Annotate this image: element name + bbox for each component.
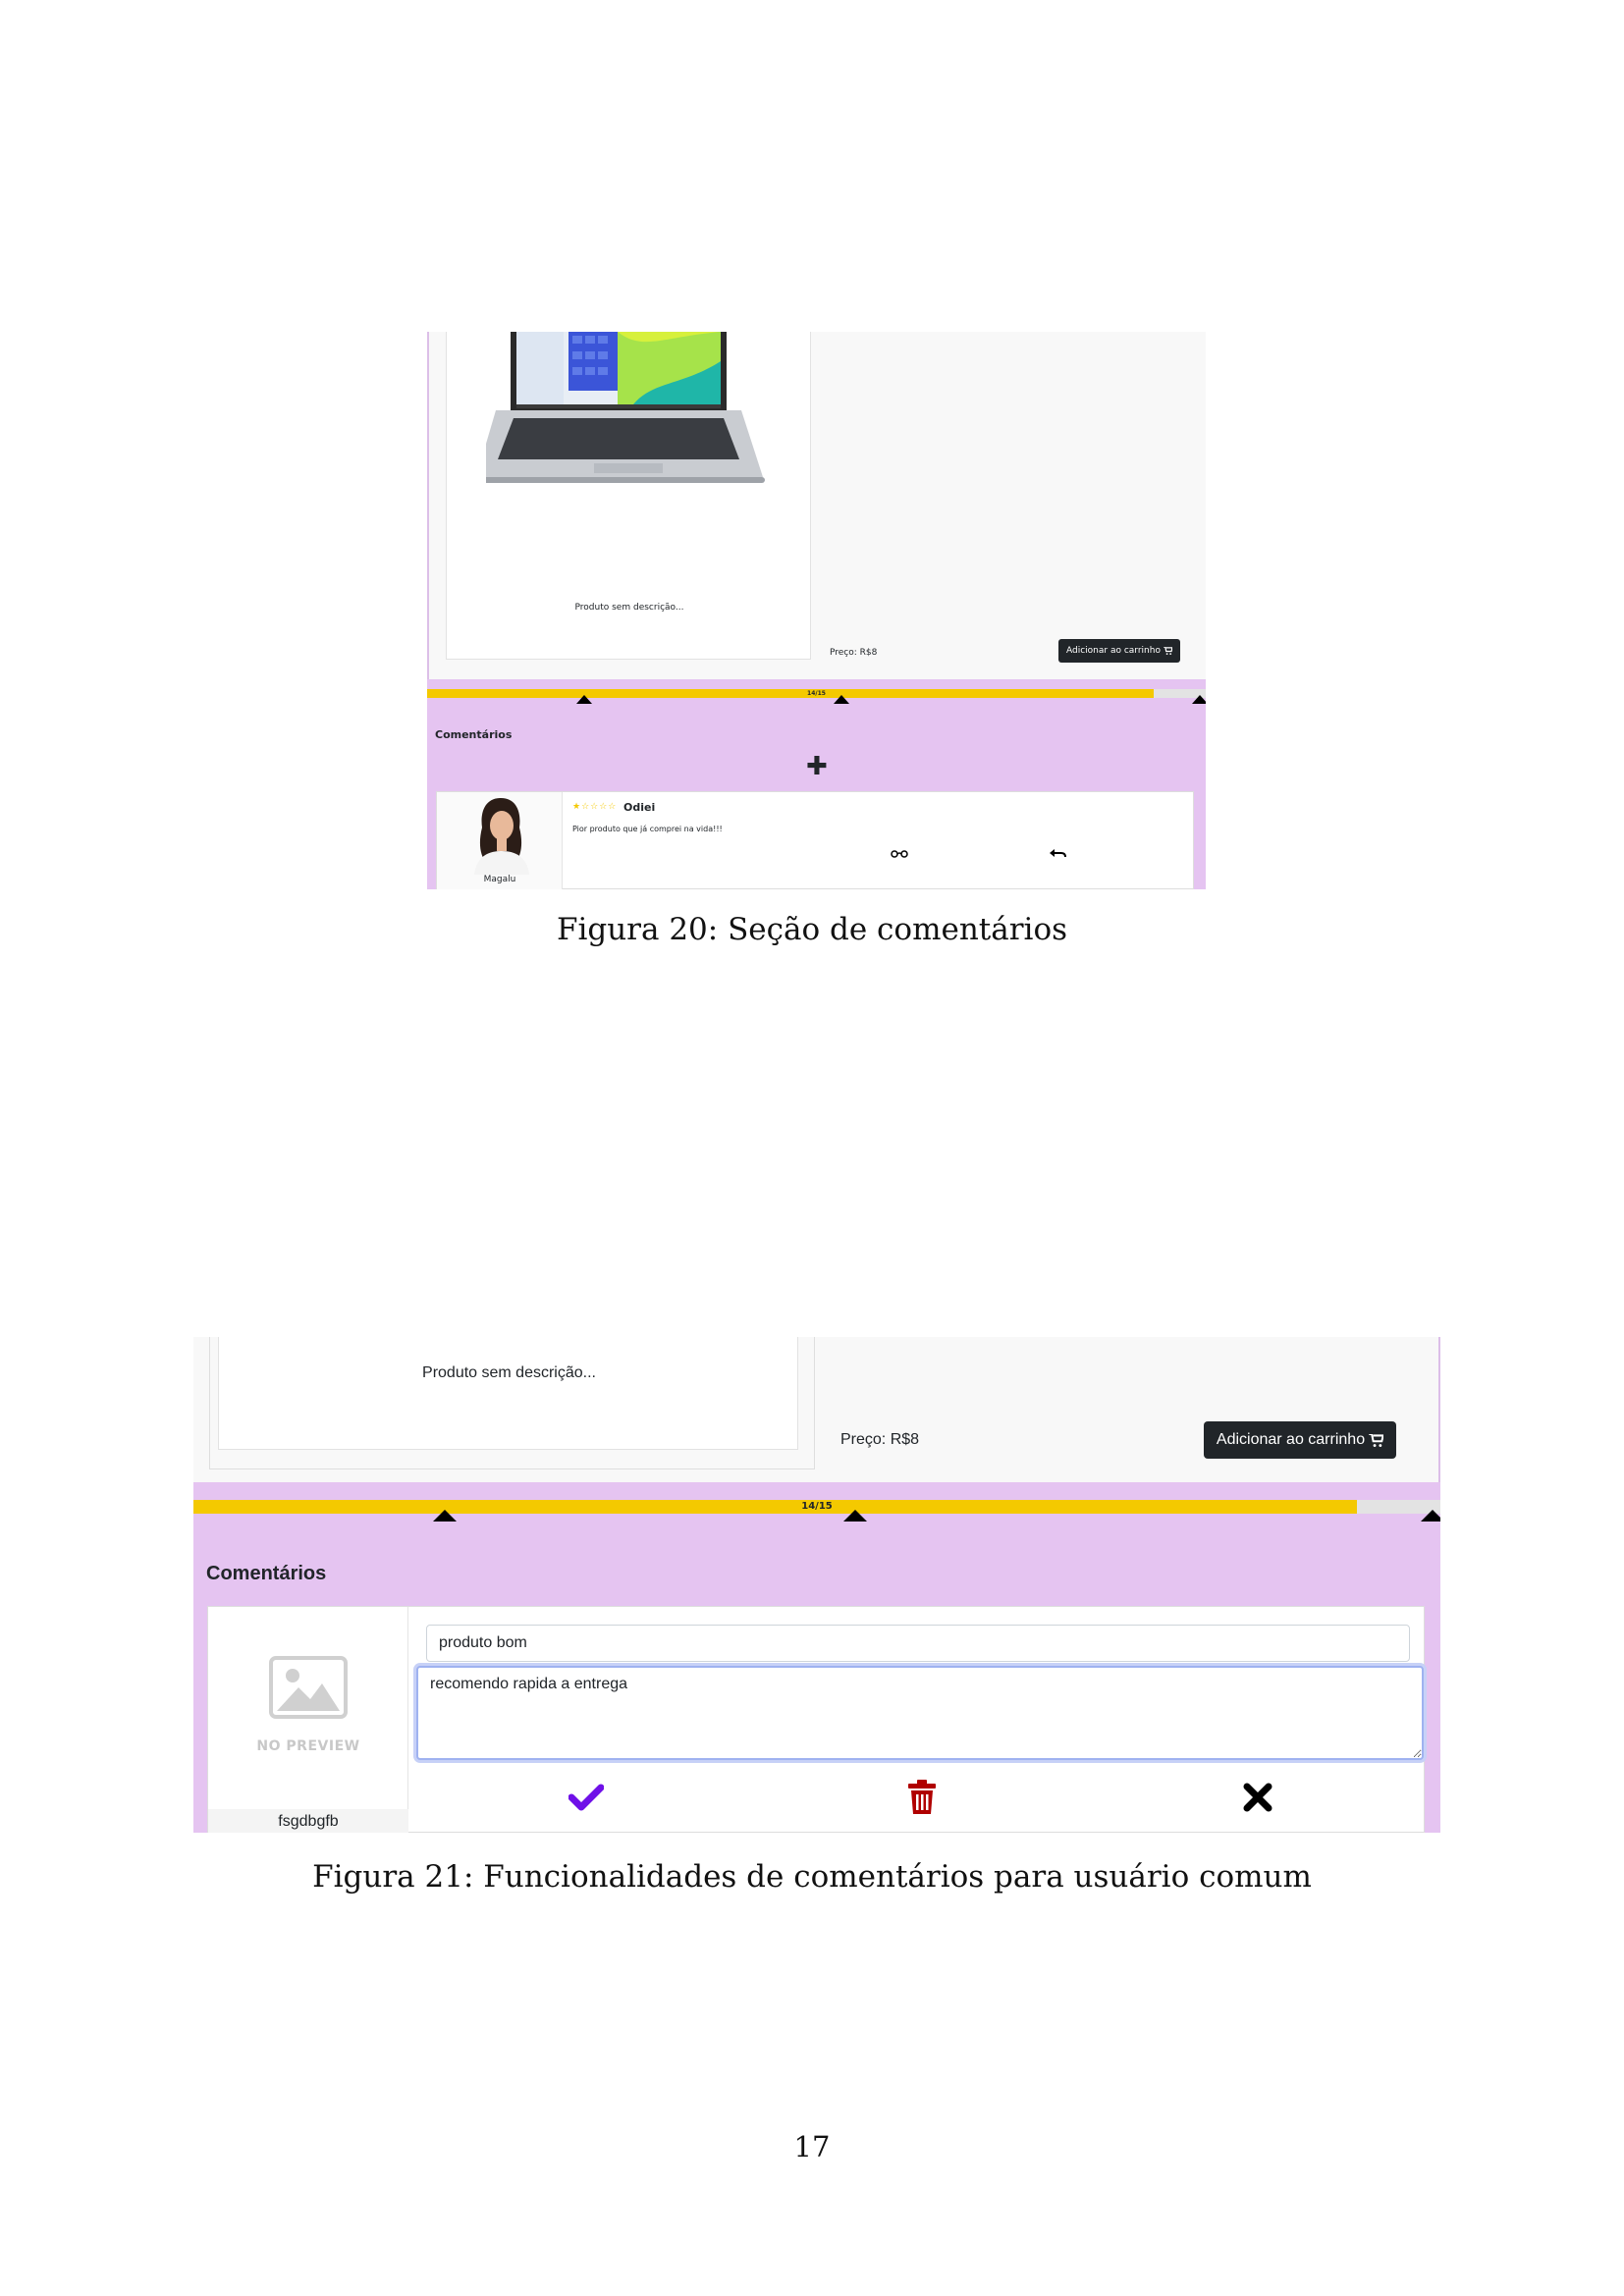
progress-label: 14/15 [807,690,826,697]
slider-handle-right[interactable] [1192,695,1206,704]
laptop-image [486,332,765,483]
add-to-cart-button[interactable]: Adicionar ao carrinho [1058,639,1180,663]
slider-handle-mid[interactable] [834,695,849,704]
avatar-name: Magalu [483,875,516,884]
slider-handle-left[interactable] [576,695,592,704]
figure-20-screenshot: Produto sem descrição... Preço: R$8 Adic… [427,332,1206,889]
progress-bar: 14/15 [427,689,1206,698]
glasses-icon[interactable] [891,847,908,861]
close-icon [1243,1783,1272,1812]
no-preview-label: NO PREVIEW [256,1738,360,1754]
comment-text: Pior produto que já comprei na vida!!! [572,825,723,833]
slider-handle-left[interactable] [433,1510,457,1522]
progress-bar: 14/15 [193,1500,1440,1514]
comments-title: Comentários [206,1563,327,1584]
avatar: Magalu [437,792,563,889]
product-image-box: Produto sem descrição... [446,332,811,660]
product-info: Preço: R$8 Adicionar ao carrinho [818,1337,1440,1482]
cart-icon [1164,647,1172,655]
add-to-cart-label: Adicionar ao carrinho [1216,1431,1366,1448]
avatar-name: fsgdbgfb [208,1809,408,1833]
product-card: Produto sem descrição... [193,1337,818,1482]
product-description: Produto sem descrição... [574,603,684,613]
trash-icon [908,1780,936,1814]
reply-icon[interactable] [1049,847,1066,861]
page-number: 17 [793,2130,831,2163]
progress-label: 14/15 [801,1501,833,1512]
delete-button[interactable] [897,1776,947,1819]
plus-icon[interactable]: ✚ [806,754,828,779]
product-description: Produto sem descrição... [422,1364,596,1381]
avatar: NO PREVIEW fsgdbgfb [208,1607,408,1833]
price-label: Preço: R$8 [830,648,878,658]
slider-handle-right[interactable] [1421,1510,1440,1522]
figure-20-caption: Figura 20: Seção de comentários [556,912,1068,947]
slider-handle-mid[interactable] [843,1510,867,1522]
confirm-button[interactable] [562,1776,611,1819]
comment-text-input[interactable] [416,1666,1424,1760]
cancel-button[interactable] [1233,1776,1282,1819]
avatar-photo [474,798,529,875]
comment-title-input[interactable] [426,1625,1410,1662]
add-to-cart-label: Adicionar ao carrinho [1066,646,1161,656]
comments-title: Comentários [435,728,513,741]
figure-21-screenshot: Produto sem descrição... Preço: R$8 Adic… [193,1337,1440,1833]
product-image-box: Produto sem descrição... [218,1337,798,1450]
check-icon [568,1784,604,1811]
comment-author: Odiei [623,801,656,814]
cart-icon [1369,1433,1384,1447]
no-preview-image-icon [269,1656,348,1719]
comment-card: Magalu ★☆☆☆☆ Odiei Pior produto que já c… [436,791,1194,889]
price-label: Preço: R$8 [840,1431,920,1448]
comment-edit-form: NO PREVIEW fsgdbgfb [207,1606,1425,1833]
figure-21-caption: Figura 21: Funcionalidades de comentário… [312,1859,1312,1895]
product-card-border: Produto sem descrição... [209,1337,815,1469]
add-to-cart-button[interactable]: Adicionar ao carrinho [1204,1421,1396,1459]
product-info: Preço: R$8 Adicionar ao carrinho [815,332,1206,679]
star-rating: ★☆☆☆☆ [572,802,618,812]
